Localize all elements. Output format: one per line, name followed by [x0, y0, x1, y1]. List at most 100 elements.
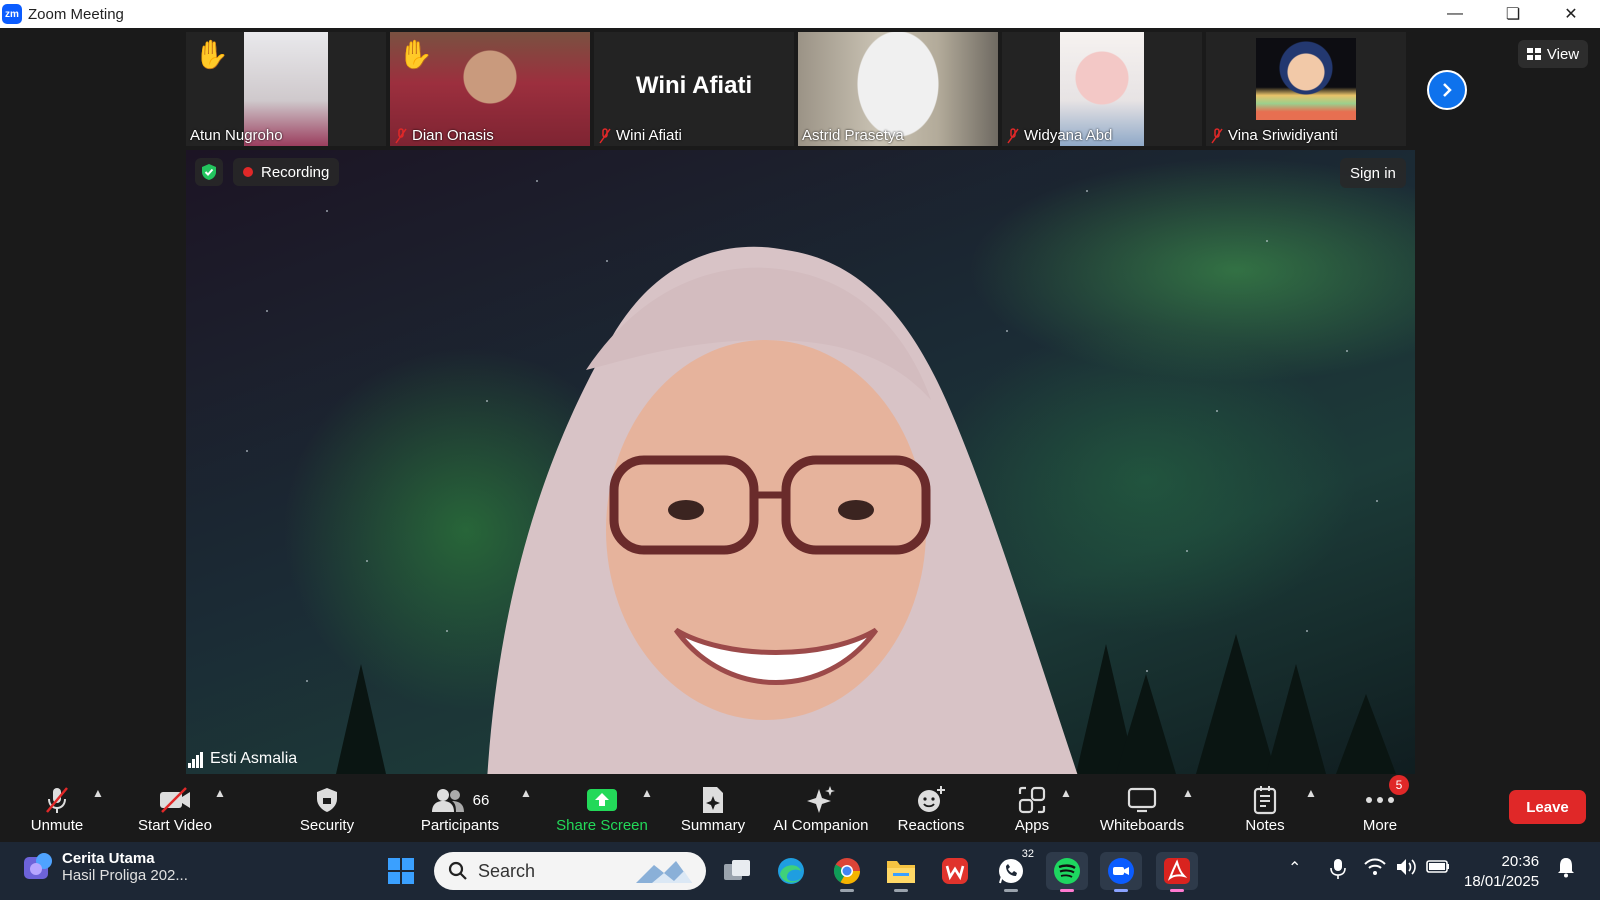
- active-speaker-name: Esti Asmalia: [210, 750, 298, 767]
- clock-date: 18/01/2025: [1464, 873, 1540, 890]
- folder-icon: [887, 861, 915, 883]
- notes-icon: [1253, 786, 1277, 815]
- meeting-stage: ✋ Atun Nugroho ✋ Dian Onasis Wini Afiati…: [0, 28, 1600, 774]
- summary-button[interactable]: Summary: [678, 774, 748, 842]
- participant-tile[interactable]: ✋ Atun Nugroho: [186, 32, 386, 146]
- participant-thumbnail-strip: ✋ Atun Nugroho ✋ Dian Onasis Wini Afiati…: [186, 32, 1406, 146]
- window-title: Zoom Meeting: [28, 5, 124, 23]
- share-options-caret-icon[interactable]: ▲: [641, 786, 653, 800]
- news-subtitle: Hasil Proliga 202...: [62, 867, 188, 884]
- volume-icon[interactable]: [1396, 858, 1416, 876]
- wps-office-button[interactable]: [934, 852, 976, 890]
- restore-button[interactable]: ❏: [1484, 0, 1542, 28]
- summary-label: Summary: [680, 817, 746, 834]
- file-explorer-button[interactable]: [880, 852, 922, 892]
- participants-icon: [431, 789, 464, 812]
- ai-companion-button[interactable]: AI Companion: [770, 774, 872, 842]
- muted-mic-icon: [599, 127, 611, 143]
- participant-tile[interactable]: Widyana Abd: [1002, 32, 1202, 146]
- zoom-icon: [1108, 858, 1134, 884]
- muted-mic-icon: [395, 127, 407, 143]
- leave-button[interactable]: Leave: [1509, 790, 1586, 824]
- participant-video: [1256, 38, 1356, 120]
- active-speaker-video: [186, 150, 1415, 774]
- raised-hand-icon: ✋: [194, 39, 229, 70]
- search-placeholder: Search: [478, 860, 536, 881]
- whiteboards-label: Whiteboards: [1099, 817, 1185, 834]
- unmute-label: Unmute: [30, 817, 84, 834]
- security-shield-icon: [317, 788, 337, 812]
- participants-count: 66: [472, 791, 490, 809]
- spotify-button[interactable]: [1046, 852, 1088, 892]
- participant-tile[interactable]: Astrid Prasetya: [798, 32, 998, 146]
- chrome-icon: [833, 858, 861, 885]
- chrome-button[interactable]: [826, 852, 868, 892]
- recording-dot-icon: [243, 167, 253, 177]
- participant-name: Atun Nugroho: [190, 127, 283, 144]
- acrobat-button[interactable]: [1156, 852, 1198, 892]
- unmute-button[interactable]: Unmute: [24, 774, 90, 842]
- recording-indicator[interactable]: Recording: [233, 158, 340, 186]
- whiteboards-options-caret-icon[interactable]: ▲: [1182, 786, 1194, 800]
- show-hidden-icons-chevron-icon[interactable]: ⌃: [1288, 858, 1301, 878]
- zoom-app-icon: zm: [2, 4, 22, 24]
- reactions-label: Reactions: [897, 817, 965, 834]
- notes-options-caret-icon[interactable]: ▲: [1305, 786, 1317, 800]
- news-title: Cerita Utama: [62, 850, 155, 867]
- windows-taskbar: Cerita Utama Hasil Proliga 202... Search…: [0, 842, 1600, 900]
- reactions-button[interactable]: Reactions: [896, 774, 966, 842]
- participant-tile[interactable]: Wini Afiati Wini Afiati: [594, 32, 794, 146]
- apps-icon: [1018, 786, 1046, 814]
- task-view-button[interactable]: [716, 852, 758, 890]
- sign-in-button[interactable]: Sign in: [1340, 158, 1406, 188]
- speaker-silhouette: [487, 246, 1078, 774]
- edge-browser-button[interactable]: [770, 852, 812, 890]
- start-video-button[interactable]: Start Video: [132, 774, 218, 842]
- video-options-caret-icon[interactable]: ▲: [214, 786, 226, 800]
- more-button[interactable]: 5 More: [1356, 774, 1409, 842]
- security-button[interactable]: Security: [295, 774, 359, 842]
- participant-tile[interactable]: ✋ Dian Onasis: [390, 32, 590, 146]
- participants-button[interactable]: 66 Participants: [414, 774, 506, 842]
- whatsapp-button[interactable]: 32: [990, 848, 1034, 892]
- apps-button[interactable]: Apps: [1010, 774, 1054, 842]
- battery-icon[interactable]: [1426, 858, 1450, 874]
- muted-mic-icon: [1007, 127, 1019, 143]
- grid-view-icon: [1526, 48, 1541, 60]
- whiteboards-button[interactable]: Whiteboards: [1097, 774, 1187, 842]
- participant-name: Dian Onasis: [412, 127, 494, 144]
- taskbar-search[interactable]: Search: [434, 852, 706, 890]
- wifi-icon[interactable]: [1364, 858, 1386, 876]
- news-widget[interactable]: Cerita Utama Hasil Proliga 202...: [22, 850, 188, 884]
- encryption-shield-icon[interactable]: [195, 158, 223, 186]
- participant-name: Astrid Prasetya: [802, 127, 904, 144]
- apps-label: Apps: [1014, 817, 1050, 834]
- muted-mic-icon: [1211, 127, 1223, 143]
- close-button[interactable]: ✕: [1542, 0, 1600, 28]
- view-button[interactable]: View: [1518, 40, 1588, 68]
- minimize-button[interactable]: —: [1426, 0, 1484, 28]
- audio-options-caret-icon[interactable]: ▲: [92, 786, 104, 800]
- notification-bell-icon[interactable]: [1556, 856, 1576, 878]
- microphone-icon[interactable]: [1330, 858, 1346, 880]
- system-clock[interactable]: 20:36 18/01/2025: [1464, 852, 1539, 892]
- more-notification-badge: 5: [1389, 775, 1409, 795]
- ai-companion-label: AI Companion: [773, 817, 869, 834]
- search-icon: [448, 861, 467, 880]
- next-page-button[interactable]: [1427, 70, 1467, 110]
- start-button[interactable]: [380, 852, 422, 890]
- participant-big-name: Wini Afiati: [635, 72, 753, 99]
- pdf-reader-icon: [1164, 858, 1190, 884]
- participant-tile[interactable]: Vina Sriwidiyanti: [1206, 32, 1406, 146]
- participants-options-caret-icon[interactable]: ▲: [520, 786, 532, 800]
- apps-options-caret-icon[interactable]: ▲: [1060, 786, 1072, 800]
- whatsapp-icon: [999, 859, 1023, 884]
- zoom-taskbar-button[interactable]: [1100, 852, 1142, 892]
- notes-label: Notes: [1245, 817, 1285, 834]
- share-screen-button[interactable]: Share Screen: [555, 774, 649, 842]
- signal-strength-icon: [188, 750, 204, 768]
- notes-button[interactable]: Notes: [1240, 774, 1290, 842]
- share-screen-label: Share Screen: [556, 817, 648, 834]
- meeting-toolbar: Unmute ▲ Start Video ▲ Security 66 Parti…: [0, 774, 1600, 842]
- windows-start-icon: [388, 858, 414, 884]
